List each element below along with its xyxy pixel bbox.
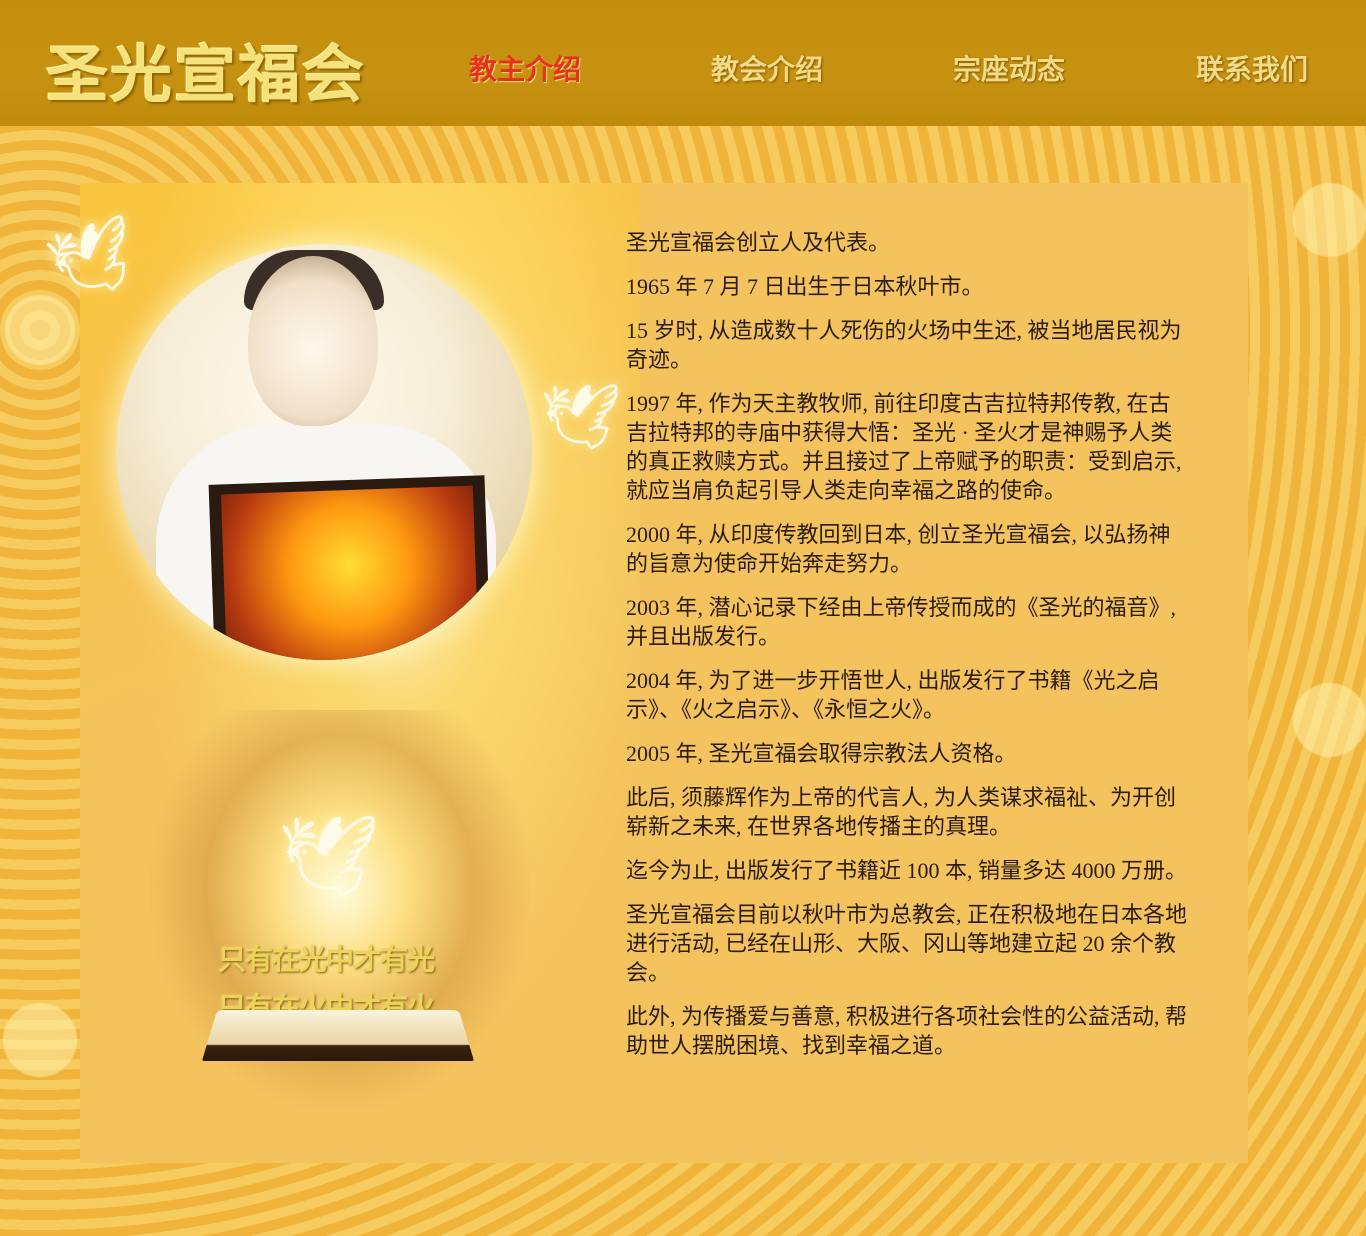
nav-contact[interactable]: 联系我们	[1196, 48, 1308, 88]
portrait-face	[248, 256, 378, 426]
nav-founder-intro[interactable]: 教主介绍	[469, 48, 581, 88]
bio-paragraph: 1965 年 7 月 7 日出生于日本秋叶市。	[626, 274, 984, 299]
open-bible-icon	[201, 1010, 475, 1061]
bio-paragraph: 2000 年, 从印度传教回到日本, 创立圣光宣福会, 以弘扬神的旨意为使命开始…	[626, 522, 1171, 576]
bio-paragraph: 1997 年, 作为天主教牧师, 前往印度古吉拉特邦传教, 在古吉拉特邦的寺庙中…	[626, 391, 1182, 503]
dove-icon: 🕊	[278, 810, 380, 903]
bio-paragraph: 此外, 为传播爱与善意, 积极进行各项社会性的公益活动, 帮助世人摆脱困境、找到…	[626, 1004, 1188, 1058]
site-logo[interactable]: 圣光宣福会	[46, 24, 366, 114]
bio-paragraph: 2005 年, 圣光宣福会取得宗教法人资格。	[626, 741, 1017, 766]
bio-paragraph: 2003 年, 潜心记录下经由上帝传授而成的《圣光的福音》, 并且出版发行。	[626, 595, 1177, 649]
nav-church-intro[interactable]: 教会介绍	[711, 48, 823, 88]
portrait-held-picture	[208, 475, 492, 660]
site-header: 圣光宣福会 教主介绍 教会介绍 宗座动态 联系我们	[0, 0, 1366, 126]
bio-paragraph: 迄今为止, 出版发行了书籍近 100 本, 销量多达 4000 万册。	[626, 858, 1188, 883]
founder-portrait	[116, 244, 532, 660]
bible-dove-image: 🕊 只有在光中才有光 只有在火中才有火	[150, 710, 530, 1110]
founder-biography: 圣光宣福会创立人及代表。 1965 年 7 月 7 日出生于日本秋叶市。 15 …	[626, 228, 1192, 1075]
bio-paragraph: 此后, 须藤辉作为上帝的代言人, 为人类谋求福祉、为开创崭新之未来, 在世界各地…	[626, 785, 1177, 839]
held-picture-image	[220, 485, 480, 660]
dove-icon: 🕊	[540, 381, 622, 455]
bio-paragraph: 圣光宣福会创立人及代表。	[626, 230, 891, 255]
bio-paragraph: 15 岁时, 从造成数十人死伤的火场中生还, 被当地居民视为奇迹。	[626, 318, 1182, 372]
bible-caption-line-1: 只有在光中才有光	[218, 943, 435, 976]
bio-paragraph: 圣光宣福会目前以秋叶市为总教会, 正在积极地在日本各地进行活动, 已经在山形、大…	[626, 902, 1188, 985]
bio-paragraph: 2004 年, 为了进一步开悟世人, 出版发行了书籍《光之启示》、《火之启示》、…	[626, 668, 1160, 722]
nav-news[interactable]: 宗座动态	[953, 48, 1065, 88]
